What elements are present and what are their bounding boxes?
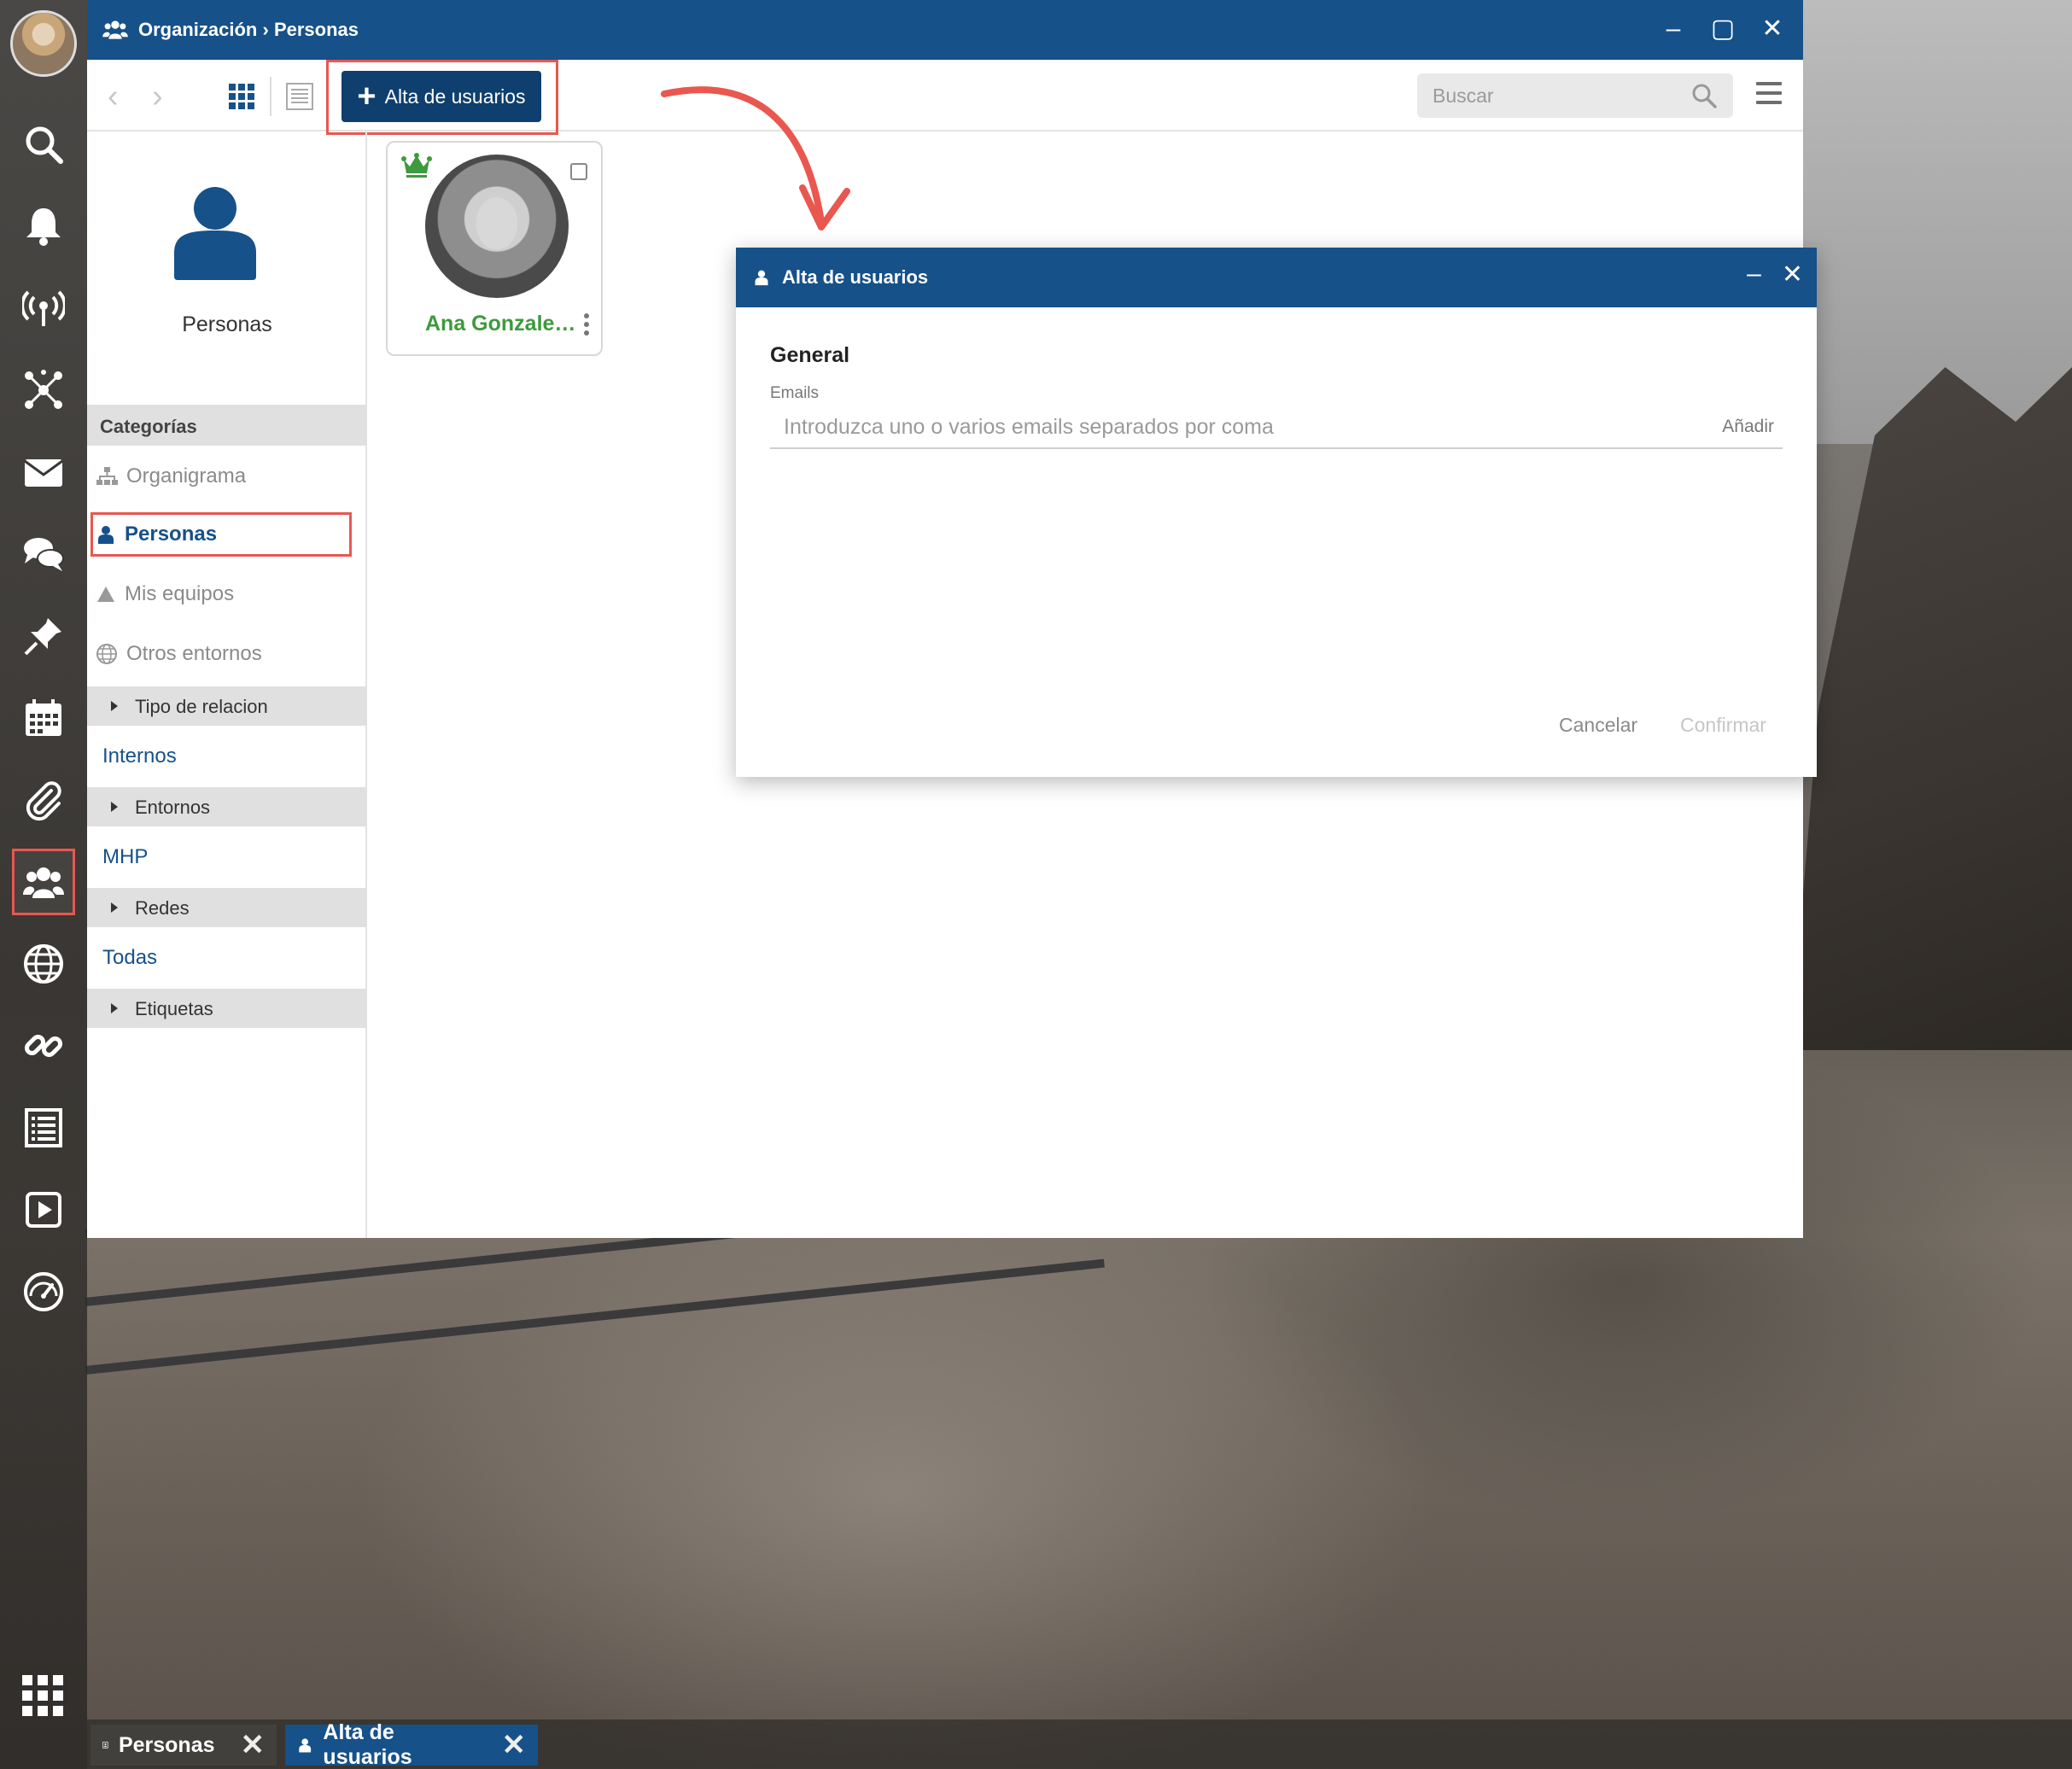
group-header-etiquetas[interactable]: Etiquetas <box>87 989 367 1028</box>
group-link-todas[interactable]: Todas <box>102 946 157 970</box>
confirm-button[interactable]: Confirmar <box>1680 714 1766 737</box>
category-personas[interactable]: Personas <box>87 511 367 558</box>
background-sky <box>1790 0 2072 444</box>
taskbar-tab-label: Alta de usuarios <box>323 1720 412 1769</box>
person-icon <box>174 187 256 280</box>
close-icon[interactable]: ✕ <box>241 1728 266 1762</box>
link-icon[interactable] <box>14 1016 73 1076</box>
apps-grid-icon[interactable] <box>22 1675 63 1716</box>
add-users-button[interactable]: + Alta de usuarios <box>341 71 541 122</box>
person-icon <box>755 270 768 286</box>
minimize-button[interactable]: – <box>1660 12 1687 46</box>
person-name[interactable]: Ana Gonzalez ... <box>425 312 579 336</box>
toolbar-divider <box>270 77 271 116</box>
category-label: Organigrama <box>126 464 247 487</box>
breadcrumb-section[interactable]: Organización <box>138 19 257 40</box>
calendar-icon[interactable] <box>14 688 73 748</box>
group-link-mhp[interactable]: MHP <box>102 845 148 869</box>
dialog-title: Alta de usuarios <box>782 266 929 288</box>
app-sidebar <box>0 0 87 1769</box>
taskbar-tab-personas[interactable]: Personas ✕ <box>90 1725 277 1766</box>
more-options-icon[interactable] <box>584 313 589 339</box>
menu-icon[interactable] <box>1756 82 1782 110</box>
chat-icon[interactable] <box>14 524 73 584</box>
close-icon[interactable]: ✕ <box>502 1728 527 1762</box>
toolbar: ‹ › + Alta de usuarios Buscar <box>87 60 1803 135</box>
search-placeholder: Buscar <box>1433 84 1494 107</box>
forward-button[interactable]: › <box>152 79 163 115</box>
category-mis-equipos[interactable]: Mis equipos <box>87 570 367 618</box>
group-header-entornos[interactable]: Entornos <box>87 787 367 826</box>
mail-icon[interactable] <box>14 442 73 502</box>
section-heading: General <box>770 343 850 367</box>
broadcast-icon[interactable] <box>14 278 73 338</box>
triangle-icon <box>97 587 114 602</box>
breadcrumb-page: Personas <box>273 19 359 40</box>
annotation-arrow <box>661 86 850 231</box>
person-card[interactable]: Ana Gonzalez ... <box>386 141 603 356</box>
person-icon <box>299 1738 312 1753</box>
person-icon <box>98 526 114 544</box>
globe-icon <box>96 644 117 664</box>
dialog-close-button[interactable]: ✕ <box>1782 260 1803 289</box>
back-button[interactable]: ‹ <box>108 79 119 115</box>
emails-field[interactable] <box>770 410 1783 444</box>
category-label: Mis equipos <box>125 582 235 605</box>
taskbar: Personas ✕ Alta de usuarios ✕ <box>87 1719 2072 1769</box>
breadcrumb-separator: › <box>262 19 269 40</box>
pin-icon[interactable] <box>14 606 73 666</box>
grid-view-icon[interactable] <box>225 80 258 113</box>
emails-label: Emails <box>770 384 820 402</box>
people-icon[interactable] <box>12 849 75 915</box>
people-icon <box>102 20 128 39</box>
add-users-dialog: Alta de usuarios – ✕ General Emails Añad… <box>736 248 1817 777</box>
background-mountain <box>1790 367 2072 1050</box>
paperclip-icon[interactable] <box>14 770 73 830</box>
org-chart-icon <box>96 467 118 485</box>
categories-header: Categorías <box>87 405 367 446</box>
cancel-button[interactable]: Cancelar <box>1559 714 1637 737</box>
category-label: Personas <box>125 523 218 546</box>
contact-card-icon <box>102 1742 108 1749</box>
play-icon[interactable] <box>14 1180 73 1240</box>
crown-icon <box>401 153 432 178</box>
gauge-icon[interactable] <box>14 1262 73 1322</box>
panel-title: Personas <box>182 312 272 336</box>
network-icon[interactable] <box>14 360 73 420</box>
main-window: Organización › Personas – ▢ ✕ ‹ › + Alta… <box>87 0 1817 1238</box>
select-checkbox[interactable] <box>570 163 587 180</box>
person-avatar[interactable] <box>425 155 569 298</box>
taskbar-tab-label: Personas <box>118 1732 215 1757</box>
search-icon[interactable] <box>14 114 73 174</box>
plus-icon: + <box>357 79 376 114</box>
search-icon[interactable] <box>1690 82 1718 109</box>
list-icon[interactable] <box>14 1098 73 1158</box>
dialog-titlebar: Alta de usuarios <box>736 248 1817 307</box>
bell-icon[interactable] <box>14 196 73 256</box>
group-header-redes[interactable]: Redes <box>87 888 367 927</box>
list-view-icon[interactable] <box>283 80 316 113</box>
add-email-button[interactable]: Añadir <box>1722 417 1774 437</box>
search-input[interactable]: Buscar <box>1417 73 1733 118</box>
category-organigrama[interactable]: Organigrama <box>87 452 367 500</box>
background-railing <box>85 1258 1105 1375</box>
close-button[interactable]: ✕ <box>1759 12 1786 46</box>
maximize-button[interactable]: ▢ <box>1709 12 1736 46</box>
user-avatar[interactable] <box>10 10 77 77</box>
window-titlebar: Organización › Personas – ▢ ✕ <box>87 0 1803 60</box>
taskbar-tab-alta-de-usuarios[interactable]: Alta de usuarios ✕ <box>285 1720 538 1769</box>
category-label: Otros entornos <box>126 642 262 665</box>
add-users-label: Alta de usuarios <box>384 85 526 108</box>
group-link-internos[interactable]: Internos <box>102 744 177 768</box>
categories-panel: Personas Categorías Organigrama Personas… <box>87 131 367 1238</box>
breadcrumb: Organización › Personas <box>138 19 359 41</box>
category-otros-entornos[interactable]: Otros entornos <box>87 630 367 678</box>
globe-icon[interactable] <box>14 934 73 994</box>
dialog-minimize-button[interactable]: – <box>1747 260 1761 289</box>
group-header-tipo-de-relacion[interactable]: Tipo de relacion <box>87 686 367 726</box>
emails-field-wrapper: Añadir <box>770 410 1783 449</box>
